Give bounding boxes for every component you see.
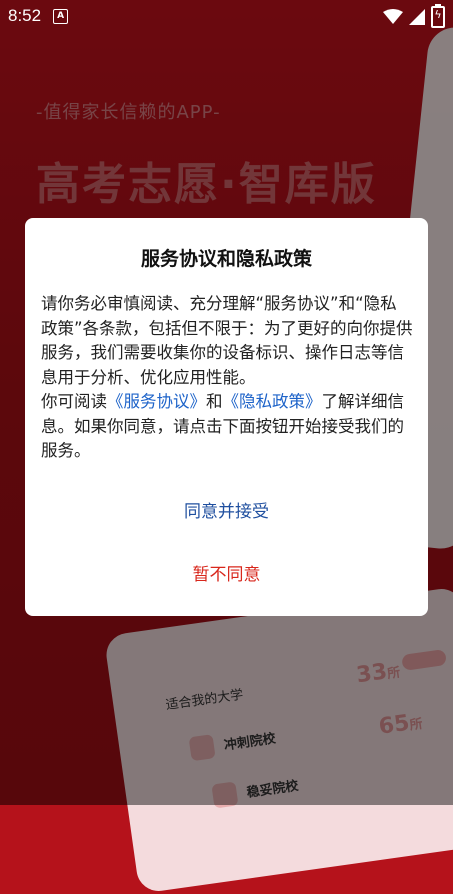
service-agreement-link[interactable]: 《服务协议》: [107, 392, 206, 411]
status-bar: 8:52 A ϟ: [0, 0, 453, 32]
dialog-paragraph-2: 你可阅读《服务协议》和《隐私政策》了解详细信息。如果你同意，请点击下面按钮开始接…: [41, 390, 413, 464]
agree-button[interactable]: 同意并接受: [25, 496, 428, 526]
a-icon: A: [53, 8, 69, 24]
disagree-button[interactable]: 暂不同意: [25, 559, 428, 589]
dialog-text: 和: [206, 392, 223, 411]
status-time: 8:52: [8, 6, 42, 25]
dialog-body: 请你务必审慎阅读、充分理解“服务协议”和“隐私政策”各条款，包括但不限于：为了更…: [41, 292, 413, 464]
dialog-paragraph-1: 请你务必审慎阅读、充分理解“服务协议”和“隐私政策”各条款，包括但不限于：为了更…: [41, 294, 413, 387]
status-icons: ϟ: [383, 4, 445, 28]
dialog-text: 你可阅读: [41, 392, 107, 411]
dialog-title: 服务协议和隐私政策: [140, 248, 312, 270]
privacy-dialog: 服务协议和隐私政策 请你务必审慎阅读、充分理解“服务协议”和“隐私政策”各条款，…: [25, 218, 428, 616]
privacy-policy-link[interactable]: 《隐私政策》: [223, 392, 322, 411]
battery-charging-icon: ϟ: [431, 4, 445, 28]
wifi-icon: [383, 9, 403, 24]
cell-signal-icon: [409, 9, 425, 25]
